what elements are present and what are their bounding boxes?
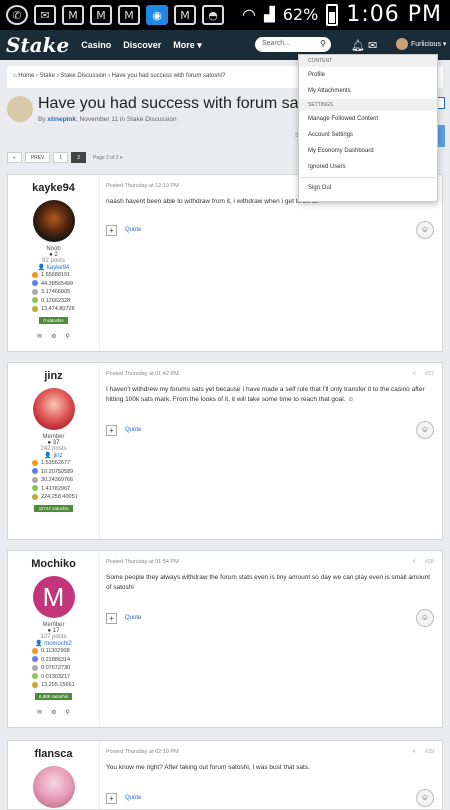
gmail-icon: M	[118, 5, 140, 25]
page-info[interactable]: Page 2 of 2 ▾	[93, 155, 122, 161]
post-author[interactable]: Mochiko	[8, 558, 99, 570]
user-link[interactable]: 👤 jinz	[8, 452, 99, 459]
nav-discover[interactable]: Discover	[123, 40, 161, 51]
search-icon[interactable]: ⚲	[320, 39, 326, 48]
gmail-icon: M	[62, 5, 84, 25]
menu-item-account-settings[interactable]: Account Settings	[299, 127, 437, 143]
gmail-icon: M	[174, 5, 196, 25]
multiquote-button[interactable]: +	[106, 793, 117, 804]
message-icon[interactable]: ✉	[37, 333, 42, 340]
app-icon: ◉	[146, 5, 168, 25]
search-placeholder: Search...	[262, 40, 291, 47]
avatar	[396, 38, 408, 50]
avatar[interactable]: M	[32, 576, 75, 618]
logo[interactable]: Stake	[6, 33, 69, 57]
post-number[interactable]: #27	[425, 371, 434, 377]
reaction-icon[interactable]: ☺	[416, 609, 434, 627]
menu-item-attachments[interactable]: My Attachments	[299, 83, 437, 99]
post: Mochiko M Member ● 17 127 posts 👤 momoch…	[7, 550, 443, 728]
reaction-icon[interactable]: ☺	[416, 221, 434, 239]
quote-button[interactable]: Quote	[125, 795, 141, 801]
user-menu[interactable]: Furlicious ▾	[396, 38, 446, 50]
mail-icon[interactable]: ✉	[368, 39, 377, 52]
incognito-icon: ◓	[202, 5, 224, 25]
page-title: Have you had success with forum satoshi?	[38, 95, 342, 112]
post-author[interactable]: kayke94	[8, 182, 99, 194]
menu-item-profile[interactable]: Profile	[299, 67, 437, 83]
multiquote-button[interactable]: +	[106, 225, 117, 236]
gmail-icon: M	[90, 5, 112, 25]
search-icon[interactable]: ⚲	[66, 709, 70, 716]
quote-button[interactable]: Quote	[125, 227, 141, 233]
search-input[interactable]: Search... ⚲	[255, 37, 331, 52]
user-link[interactable]: 👤 kayke94	[8, 264, 99, 271]
prev-button[interactable]: PREV	[24, 152, 51, 163]
post-author[interactable]: jinz	[8, 370, 99, 382]
pagination: « PREV 1 2 Page 2 of 2 ▾	[7, 152, 122, 163]
menu-header-content: CONTENT	[299, 55, 437, 67]
thread-meta: By xtinepink, November 11 in Stake Discu…	[38, 116, 177, 123]
quote-button[interactable]: Quote	[125, 615, 141, 621]
post-time[interactable]: Posted Thursday at 01:54 PM	[106, 559, 179, 565]
message-icon[interactable]: ✉	[37, 709, 42, 716]
nav-casino[interactable]: Casino	[81, 40, 111, 51]
user-link[interactable]: 👤 momochi2	[8, 640, 99, 647]
share-icon[interactable]: <	[412, 749, 416, 755]
email-icon: ✉	[34, 5, 56, 25]
post-body: You know me right? After taking out foru…	[106, 764, 310, 771]
bell-icon[interactable]: 🔔︎	[351, 39, 365, 52]
post-time[interactable]: Posted Thursday at 12:19 PM	[106, 183, 179, 189]
share-icon[interactable]: <	[412, 559, 416, 565]
reaction-icon[interactable]: ☺	[416, 789, 434, 807]
page-2-button[interactable]: 2	[71, 152, 86, 163]
divider	[299, 177, 437, 178]
status-badge: 0 satoshis	[39, 316, 68, 324]
multiquote-button[interactable]: +	[106, 613, 117, 624]
post-time[interactable]: Posted Thursday at 02:10 PM	[106, 749, 179, 755]
signal-icon: ▟	[264, 6, 275, 23]
search-icon[interactable]: ⚲	[66, 333, 70, 340]
user-dropdown-menu: CONTENT Profile My Attachments SETTINGS …	[298, 54, 438, 202]
page-1-button[interactable]: 1	[53, 152, 69, 163]
post-number[interactable]: #29	[425, 749, 434, 755]
battery-icon	[326, 3, 339, 26]
crypto-balances: 1.65688191 44.38565499 3.17466005 0.1266…	[8, 271, 99, 314]
crypto-balances: 0.11302908 0.22886314 0.07672730 0.01303…	[8, 647, 99, 690]
whatsapp-icon: ✆	[6, 5, 28, 25]
avatar[interactable]	[32, 388, 75, 430]
username: Furlicious ▾	[411, 41, 447, 48]
avatar[interactable]	[32, 200, 75, 242]
quote-button[interactable]: Quote	[125, 427, 141, 433]
post: jinz Member ● 37 242 posts 👤 jinz 1.5356…	[7, 362, 443, 540]
gear-icon[interactable]: ⚙	[51, 333, 56, 340]
share-icon[interactable]: <	[412, 371, 416, 377]
avatar[interactable]	[7, 96, 33, 122]
wifi-icon: ◠	[242, 5, 256, 24]
reaction-icon[interactable]: ☺	[416, 421, 434, 439]
clock: 1:06 PM	[346, 2, 442, 27]
menu-item-ignored-users[interactable]: Ignored Users	[299, 159, 437, 175]
menu-item-followed-content[interactable]: Manage Followed Content	[299, 111, 437, 127]
post-time[interactable]: Posted Thursday at 01:42 PM	[106, 371, 179, 377]
avatar[interactable]	[32, 766, 75, 808]
post-author[interactable]: flansca	[8, 748, 99, 760]
status-badge: 42742 satoshis	[34, 504, 73, 512]
first-page-button[interactable]: «	[7, 152, 22, 163]
post-body: I haven't withdrew my forums sats yet be…	[106, 386, 425, 403]
post-body: Some people they always withdraw the for…	[106, 574, 431, 591]
status-badge: 6,989 satoshis	[34, 692, 73, 700]
gear-icon[interactable]: ⚙	[51, 709, 56, 716]
crypto-balances: 1.53562677 10.20750589 30.24369766 1.417…	[8, 459, 99, 502]
author-link[interactable]: xtinepink	[47, 116, 76, 123]
multiquote-button[interactable]: +	[106, 425, 117, 436]
menu-header-settings: SETTINGS	[299, 99, 437, 111]
menu-item-sign-out[interactable]: Sign Out	[299, 180, 437, 196]
battery-percent: 62%	[282, 5, 319, 24]
post-number[interactable]: #28	[425, 559, 434, 565]
nav-more[interactable]: More ▾	[173, 40, 202, 51]
menu-item-economy-dashboard[interactable]: My Economy Dashboard	[299, 143, 437, 159]
status-bar: ✆ ✉ M M M ◉ M ◓ ◠ ▟ 62% 1:06 PM	[0, 0, 450, 30]
